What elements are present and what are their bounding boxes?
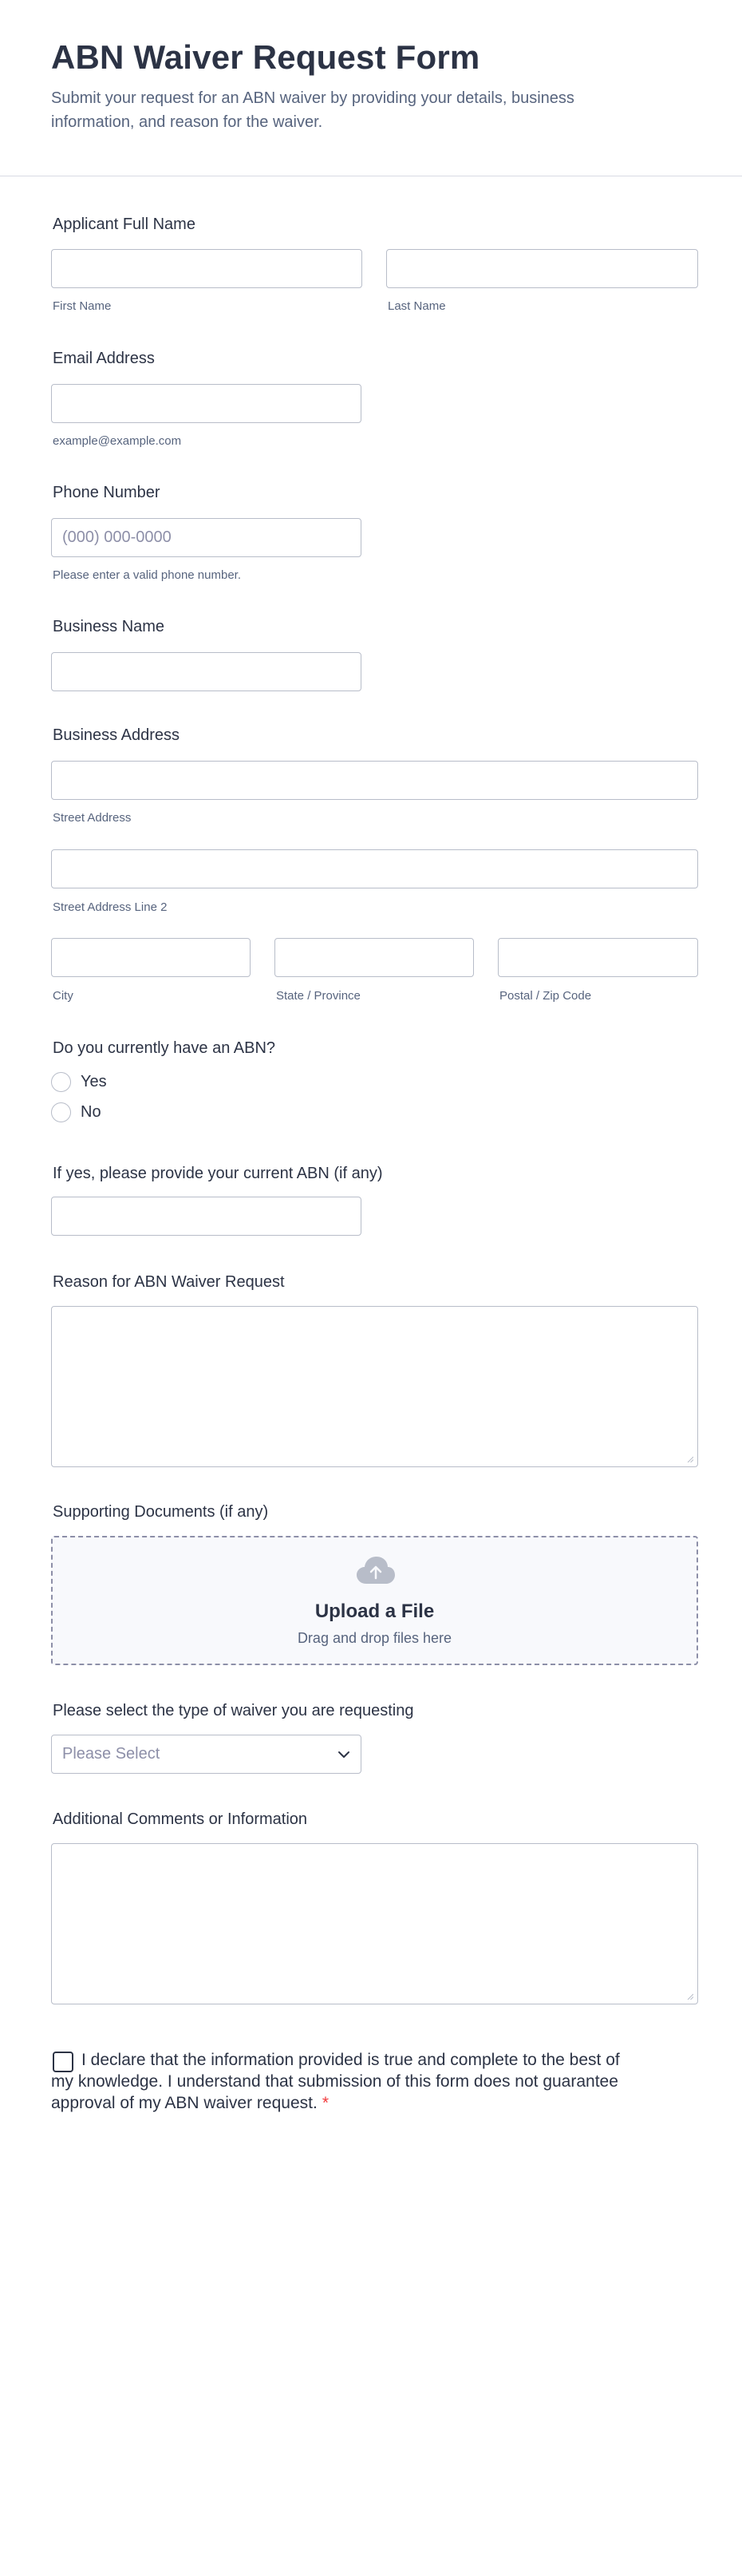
street-address-line2-sublabel: Street Address Line 2 — [53, 900, 168, 914]
form-header: ABN Waiver Request Form Submit your requ… — [0, 0, 742, 176]
last-name-sublabel: Last Name — [388, 299, 446, 313]
email-sublabel: example@example.com — [53, 434, 182, 448]
form-title: ABN Waiver Request Form — [51, 38, 480, 76]
city-sublabel: City — [53, 989, 73, 1003]
upload-title: Upload a File — [314, 1601, 435, 1622]
documents-label: Supporting Documents (if any) — [53, 1503, 269, 1521]
comments-textarea[interactable] — [51, 1843, 698, 2004]
declaration-text: I declare that the information provided … — [51, 2051, 620, 2112]
current-abn-input[interactable] — [51, 1197, 361, 1236]
postal-code-sublabel: Postal / Zip Code — [499, 989, 592, 1003]
phone-input[interactable] — [51, 518, 361, 557]
waiver-type-label: Please select the type of waiver you are… — [53, 1702, 414, 1719]
reason-textarea[interactable] — [51, 1306, 698, 1467]
radio-option-yes[interactable]: Yes — [51, 1072, 107, 1092]
radio-button[interactable] — [51, 1072, 71, 1092]
cloud-upload-icon — [357, 1557, 395, 1584]
waiver-type-selected: Please Select — [62, 1745, 160, 1763]
street-address-input[interactable] — [51, 761, 698, 800]
state-input[interactable] — [274, 938, 474, 977]
comments-label: Additional Comments or Information — [53, 1810, 308, 1828]
form-subtitle: Submit your request for an ABN waiver by… — [51, 89, 574, 131]
radio-button[interactable] — [51, 1102, 71, 1122]
resize-grip-icon[interactable] — [687, 1456, 693, 1462]
upload-subtitle: Drag and drop files here — [297, 1630, 452, 1646]
state-sublabel: State / Province — [276, 989, 361, 1003]
current-abn-label: If yes, please provide your current ABN … — [53, 1165, 383, 1182]
reason-label: Reason for ABN Waiver Request — [53, 1273, 285, 1291]
has-abn-label: Do you currently have an ABN? — [53, 1039, 276, 1057]
radio-label-yes: Yes — [81, 1073, 107, 1090]
radio-label-no: No — [81, 1103, 101, 1121]
declaration-text-block: I declare that the information provided … — [51, 2049, 626, 2114]
resize-grip-icon[interactable] — [687, 1993, 693, 2000]
phone-label: Phone Number — [53, 484, 160, 501]
email-input[interactable] — [51, 384, 361, 423]
postal-code-input[interactable] — [498, 938, 698, 977]
file-upload-area[interactable]: Upload a File Drag and drop files here — [51, 1536, 698, 1665]
required-asterisk: * — [322, 2094, 330, 2112]
phone-sublabel: Please enter a valid phone number. — [53, 568, 241, 582]
street-address-sublabel: Street Address — [53, 811, 132, 825]
first-name-sublabel: First Name — [53, 299, 112, 313]
email-label: Email Address — [53, 350, 155, 367]
city-input[interactable] — [51, 938, 251, 977]
first-name-input[interactable] — [51, 249, 362, 288]
last-name-input[interactable] — [386, 249, 698, 288]
radio-option-no[interactable]: No — [51, 1102, 101, 1122]
business-name-input[interactable] — [51, 652, 361, 691]
street-address-line2-input[interactable] — [51, 849, 698, 888]
business-address-label: Business Address — [53, 726, 180, 744]
applicant-name-label: Applicant Full Name — [53, 216, 195, 233]
waiver-type-select[interactable]: Please Select — [51, 1735, 361, 1774]
business-name-label: Business Name — [53, 618, 165, 635]
chevron-down-icon — [338, 1751, 349, 1758]
